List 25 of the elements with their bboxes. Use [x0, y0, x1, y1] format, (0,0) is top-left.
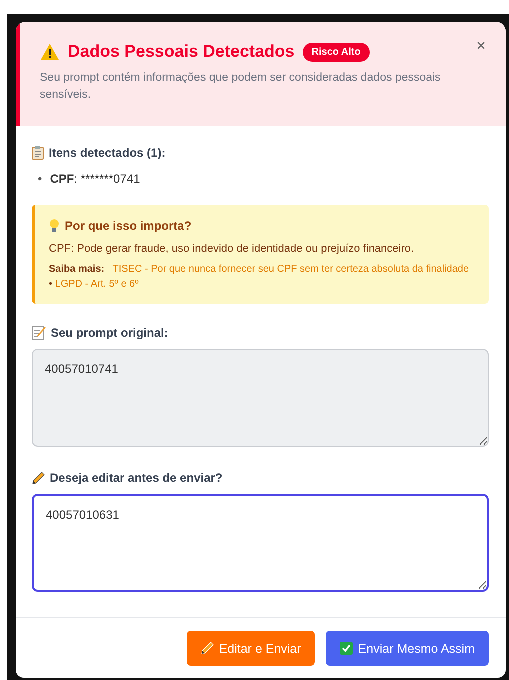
lightbulb-icon: [49, 219, 60, 233]
learn-more-text: Saiba mais: TISEC - Por que nunca fornecer seu CPF sem ter certeza absoluta da finalidade • LGPD - Art. 5º e 6º: [49, 263, 470, 292]
clipboard-icon: [32, 146, 44, 160]
edit-send-button[interactable]: Editar e Enviar: [187, 631, 316, 666]
check-icon: [340, 642, 354, 655]
edit-prompt-field[interactable]: 40057010631: [32, 494, 489, 592]
bullet-mark: •: [38, 172, 42, 187]
send-anyway-button[interactable]: Enviar Mesmo Assim: [326, 631, 489, 666]
risk-badge: Risco Alto: [302, 42, 370, 62]
pencil-icon: [201, 642, 214, 655]
pencil-icon: [32, 472, 45, 484]
section-label: Deseja editar antes de enviar?: [50, 471, 223, 485]
dialog-subtitle: Seu prompt contém informações que podem ser consideradas dados pessoais sensíveis.: [40, 71, 442, 103]
section-label: Itens detectados (1):: [49, 146, 166, 160]
dialog-title: Dados Pessoais Detectados: [68, 42, 295, 62]
memo-icon: [32, 326, 46, 340]
info-title: Por que isso importa?: [65, 219, 192, 233]
original-prompt-field[interactable]: 40057010741: [32, 349, 489, 447]
warning-icon: [40, 43, 60, 61]
info-text: CPF: Pode gerar fraude, uso indevido de identidade ou prejuízo financeiro.: [49, 243, 416, 255]
section-label: Seu prompt original:: [51, 326, 168, 340]
close-button[interactable]: ×: [472, 38, 490, 56]
reference-link[interactable]: LGPD - Art. 5º e 6º: [55, 279, 139, 290]
detected-item: CPF: *******0741: [50, 172, 140, 187]
reference-link[interactable]: TISEC - Por que nunca fornecer seu CPF sem ter certeza absoluta da finalidade: [112, 264, 470, 275]
